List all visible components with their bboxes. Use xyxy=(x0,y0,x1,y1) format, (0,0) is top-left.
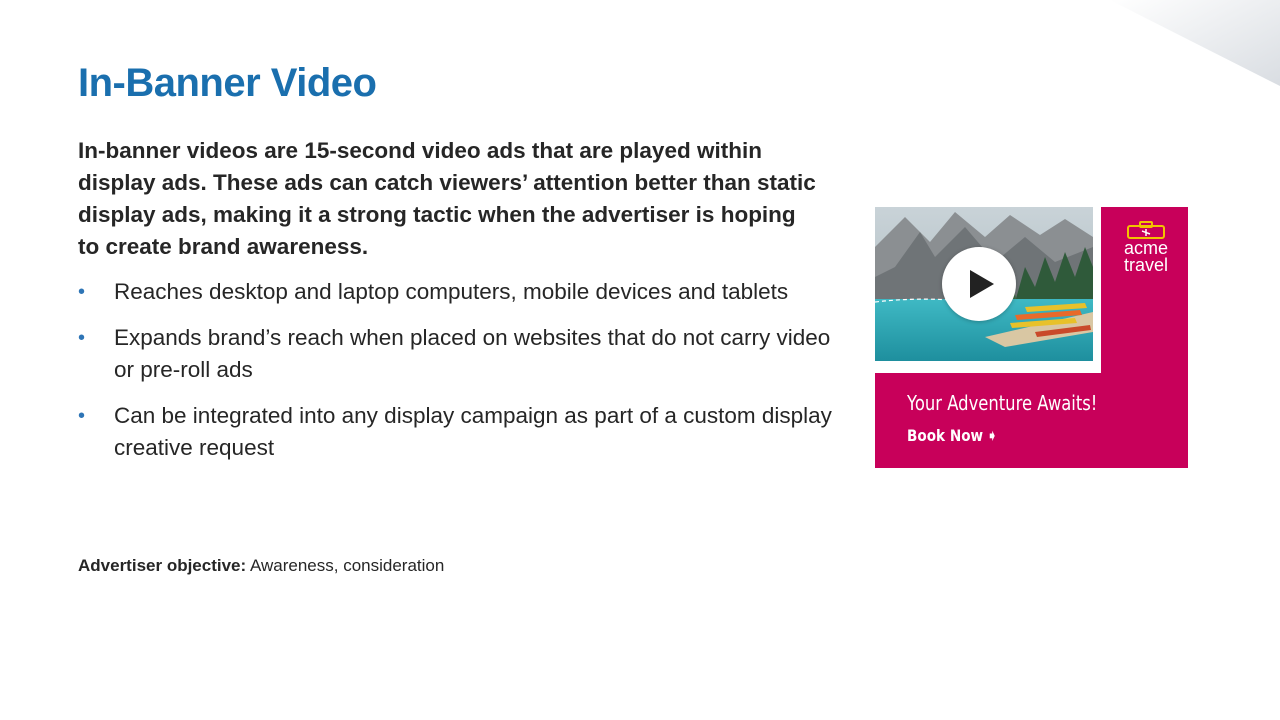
ad-frame-bottom xyxy=(875,361,1101,373)
bullet-text: Reaches desktop and laptop computers, mo… xyxy=(114,279,789,304)
bullet-text: Can be integrated into any display campa… xyxy=(114,403,832,460)
bullet-item: • Reaches desktop and laptop computers, … xyxy=(78,276,838,308)
bullet-dot: • xyxy=(78,327,86,349)
bullet-dot: • xyxy=(78,281,86,303)
arrow-right-icon: ➧ xyxy=(986,426,998,445)
ad-frame-right xyxy=(1093,207,1101,373)
intro-paragraph: In-banner videos are 15-second video ads… xyxy=(78,138,816,259)
slide-title: In-Banner Video xyxy=(78,61,377,105)
banner-ad[interactable]: acme travel Your Adventure Awaits! Book … xyxy=(875,207,1188,468)
bullet-item: • Can be integrated into any display cam… xyxy=(78,400,838,464)
book-now-link[interactable]: Book Now ➧ xyxy=(907,426,998,445)
acme-travel-logo: acme travel xyxy=(1111,221,1181,274)
objective-value: Awareness, consideration xyxy=(246,556,445,575)
advertiser-objective: Advertiser objective: Awareness, conside… xyxy=(78,554,444,578)
objective-label: Advertiser objective: xyxy=(78,556,247,575)
book-now-label: Book Now xyxy=(907,426,984,445)
bullet-dot: • xyxy=(78,405,86,427)
play-icon xyxy=(970,270,994,298)
ad-headline: Your Adventure Awaits! xyxy=(907,391,1098,415)
play-button[interactable] xyxy=(942,247,1016,321)
bullet-list: • Reaches desktop and laptop computers, … xyxy=(78,276,838,478)
bullet-text: Expands brand’s reach when placed on web… xyxy=(114,325,831,382)
bullet-item: • Expands brand’s reach when placed on w… xyxy=(78,322,838,386)
suitcase-plane-icon xyxy=(1127,221,1165,239)
logo-text-travel: travel xyxy=(1123,255,1168,275)
corner-decoration xyxy=(1110,0,1280,86)
